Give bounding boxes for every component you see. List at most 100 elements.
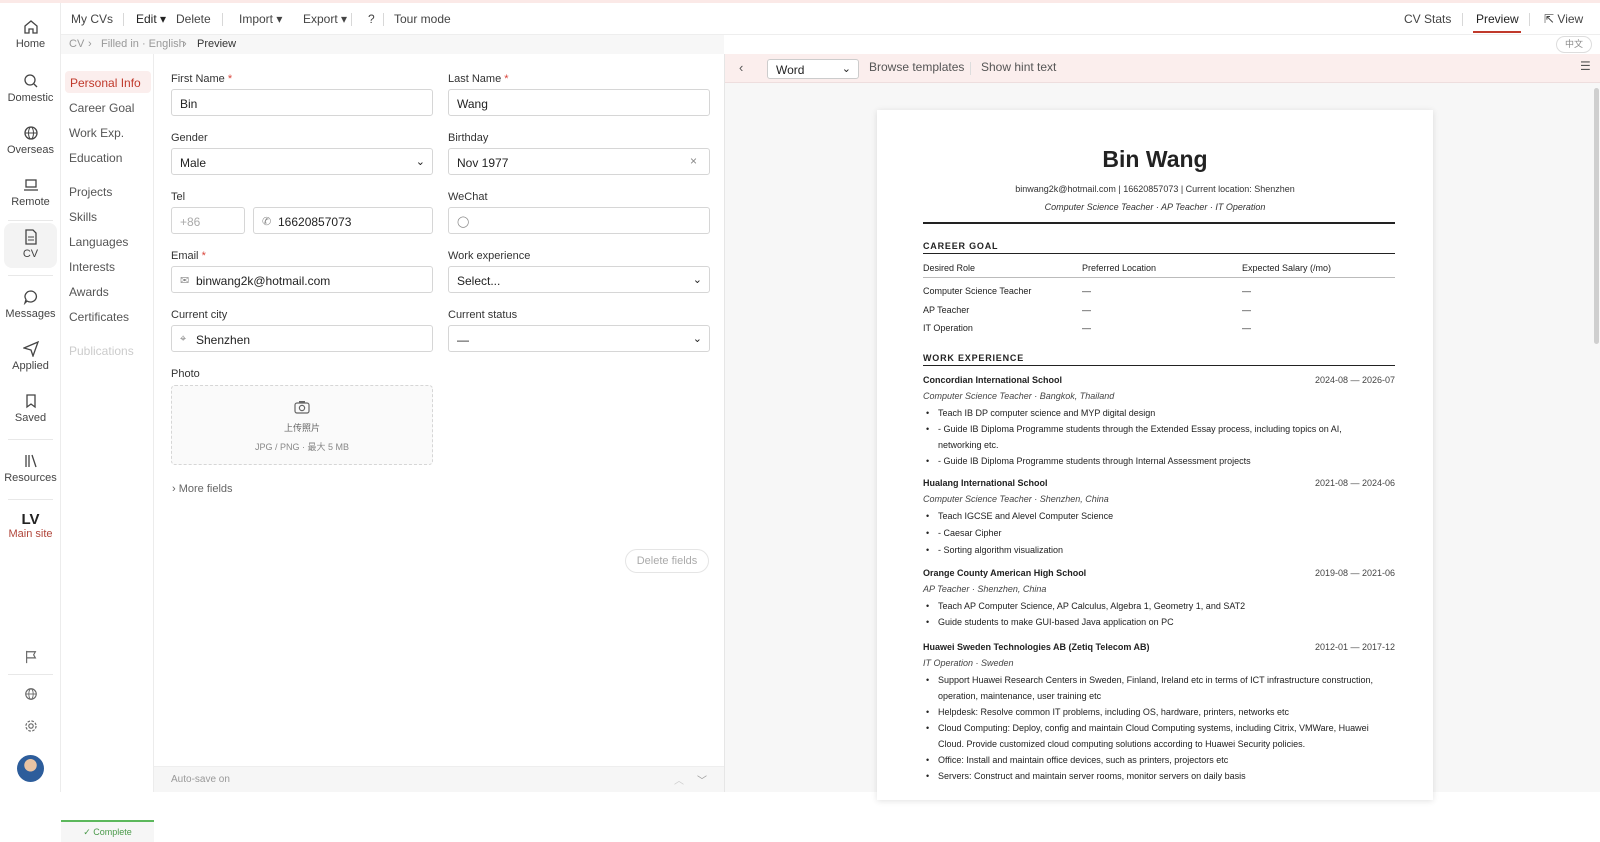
job-bullet: - Guide IB Diploma Programme students th… (926, 453, 1378, 469)
section-certificates[interactable]: Certificates (69, 310, 129, 324)
last-name-input[interactable]: Wang (448, 89, 710, 116)
city-input[interactable]: ⌖ Shenzhen (171, 325, 433, 352)
section-career-goal[interactable]: Career Goal (69, 101, 134, 115)
rail-settings[interactable] (4, 719, 57, 736)
table-header: Expected Salary (/mo) (1242, 263, 1332, 273)
section-publications[interactable]: Publications (69, 344, 134, 358)
first-name-input[interactable]: Bin (171, 89, 433, 116)
format-select[interactable]: Word ⌄ (767, 59, 859, 79)
view-label: View (1557, 12, 1584, 26)
chevron-right-icon: › (172, 483, 176, 495)
birthday-label: Birthday (448, 132, 489, 144)
table-header: Desired Role (923, 263, 976, 273)
rail-cv[interactable]: CV (4, 223, 57, 268)
email-input[interactable]: ✉ binwang2k@hotmail.com (171, 266, 433, 293)
chevron-left-icon[interactable]: ‹ (739, 60, 743, 75)
delete-button[interactable]: Delete (176, 12, 211, 26)
chat-icon (23, 290, 37, 305)
rail-divider (8, 674, 53, 675)
sliders-icon[interactable]: ☰ (1580, 59, 1591, 73)
tour-mode-button[interactable]: Tour mode (394, 12, 451, 26)
section-skills[interactable]: Skills (69, 210, 97, 224)
help-button[interactable]: ? (368, 12, 375, 26)
section-work-exp[interactable]: Work Exp. (69, 126, 124, 140)
chevron-down-icon[interactable]: ﹀ (697, 772, 707, 787)
close-icon[interactable]: × (690, 154, 697, 168)
rail-main-site-label: Main site (8, 528, 53, 540)
breadcrumb-filled[interactable]: Filled in · English (101, 38, 185, 50)
table-cell: AP Teacher (923, 305, 970, 315)
top-bar: My CVs Edit ▾ Delete Import ▾ Export ▾ ?… (61, 3, 1600, 35)
language-toggle[interactable]: 中文 (1556, 36, 1592, 53)
show-hint-text-toggle[interactable]: Show hint text (981, 60, 1056, 74)
import-menu[interactable]: Import ▾ (239, 12, 282, 26)
section-personal-info[interactable]: Personal Info (65, 71, 151, 93)
photo-upload-label: 上传照片 (283, 423, 320, 433)
chevron-down-icon: ⌄ (415, 156, 425, 168)
table-cell: IT Operation (923, 323, 973, 333)
rail-language[interactable] (4, 687, 57, 704)
rail-overseas-label: Overseas (6, 144, 55, 156)
library-icon (24, 454, 37, 468)
rail-divider (8, 499, 53, 500)
tel-country-code[interactable]: +86 (171, 207, 245, 234)
job-dates: 2019-08 — 2021-06 (1314, 568, 1395, 578)
table-cell: — (1242, 305, 1251, 315)
rail-main-site[interactable]: LV Main site (4, 511, 57, 540)
work-experience-label: Work experience (448, 250, 531, 262)
breadcrumb: CV › Filled in · English › Preview (61, 35, 724, 54)
delete-fields-button[interactable]: Delete fields (625, 549, 709, 573)
completion-status: ✓ Complete (61, 820, 154, 842)
preview-toolbar: ‹ Word ⌄ Browse templates Show hint text… (725, 54, 1600, 83)
edit-menu[interactable]: Edit ▾ (136, 12, 166, 26)
chat-icon: ◯ (457, 216, 470, 228)
gender-select[interactable]: Male ⌄ (171, 148, 433, 175)
birthday-input[interactable]: Nov 1977 × (448, 148, 710, 175)
city-value: Shenzhen (196, 333, 251, 347)
divider (923, 277, 1395, 278)
job-role: IT Operation · Sweden (923, 658, 1014, 668)
view-link[interactable]: ⇱ View (1544, 12, 1583, 26)
rail-applied[interactable]: Applied (4, 341, 57, 372)
photo-upload[interactable]: 上传照片 JPG / PNG · 最大 5 MB (171, 385, 433, 465)
section-languages[interactable]: Languages (69, 235, 128, 249)
gender-label: Gender (171, 132, 208, 144)
export-menu[interactable]: Export ▾ (303, 12, 347, 26)
search-icon (23, 74, 37, 88)
rail-home[interactable]: Home (4, 19, 57, 50)
status-select[interactable]: — ⌄ (448, 325, 710, 352)
work-experience-select[interactable]: Select... ⌄ (448, 266, 710, 293)
rail-feedback[interactable] (4, 650, 57, 667)
section-projects[interactable]: Projects (69, 185, 112, 199)
my-cvs-link[interactable]: My CVs (71, 12, 113, 26)
location-pin-icon: ⌖ (180, 333, 187, 345)
job-role: AP Teacher · Shenzhen, China (923, 584, 1047, 594)
browse-templates-button[interactable]: Browse templates (869, 60, 964, 74)
breadcrumb-cv[interactable]: CV (69, 38, 84, 50)
preview-scrollbar[interactable] (1594, 88, 1599, 344)
rail-messages[interactable]: Messages (4, 289, 57, 320)
rail-remote[interactable]: Remote (4, 177, 57, 208)
section-education[interactable]: Education (69, 151, 122, 165)
section-interests[interactable]: Interests (69, 260, 115, 274)
tab-preview[interactable]: Preview (1476, 12, 1519, 26)
divider (222, 13, 223, 26)
rail-domestic[interactable]: Domestic (4, 73, 57, 104)
gender-value: Male (180, 156, 207, 170)
divider (383, 13, 384, 26)
rail-overseas[interactable]: Overseas (4, 125, 57, 156)
wechat-input[interactable]: ◯ (448, 207, 710, 234)
user-avatar[interactable] (17, 755, 44, 782)
cv-stats-link[interactable]: CV Stats (1404, 12, 1451, 26)
laptop-icon (23, 179, 38, 191)
rail-domestic-label: Domestic (7, 92, 54, 104)
tel-input[interactable]: ✆ 16620857073 (253, 207, 433, 234)
send-icon (22, 341, 39, 357)
rail-resources[interactable]: Resources (4, 453, 57, 484)
job-bullet: Guide students to make GUI-based Java ap… (926, 614, 1378, 630)
more-fields-toggle[interactable]: › More fields (172, 483, 233, 495)
chevron-up-icon[interactable]: ︿ (674, 772, 684, 787)
section-awards[interactable]: Awards (69, 285, 109, 299)
rail-messages-label: Messages (5, 308, 56, 320)
rail-saved[interactable]: Saved (4, 393, 57, 424)
